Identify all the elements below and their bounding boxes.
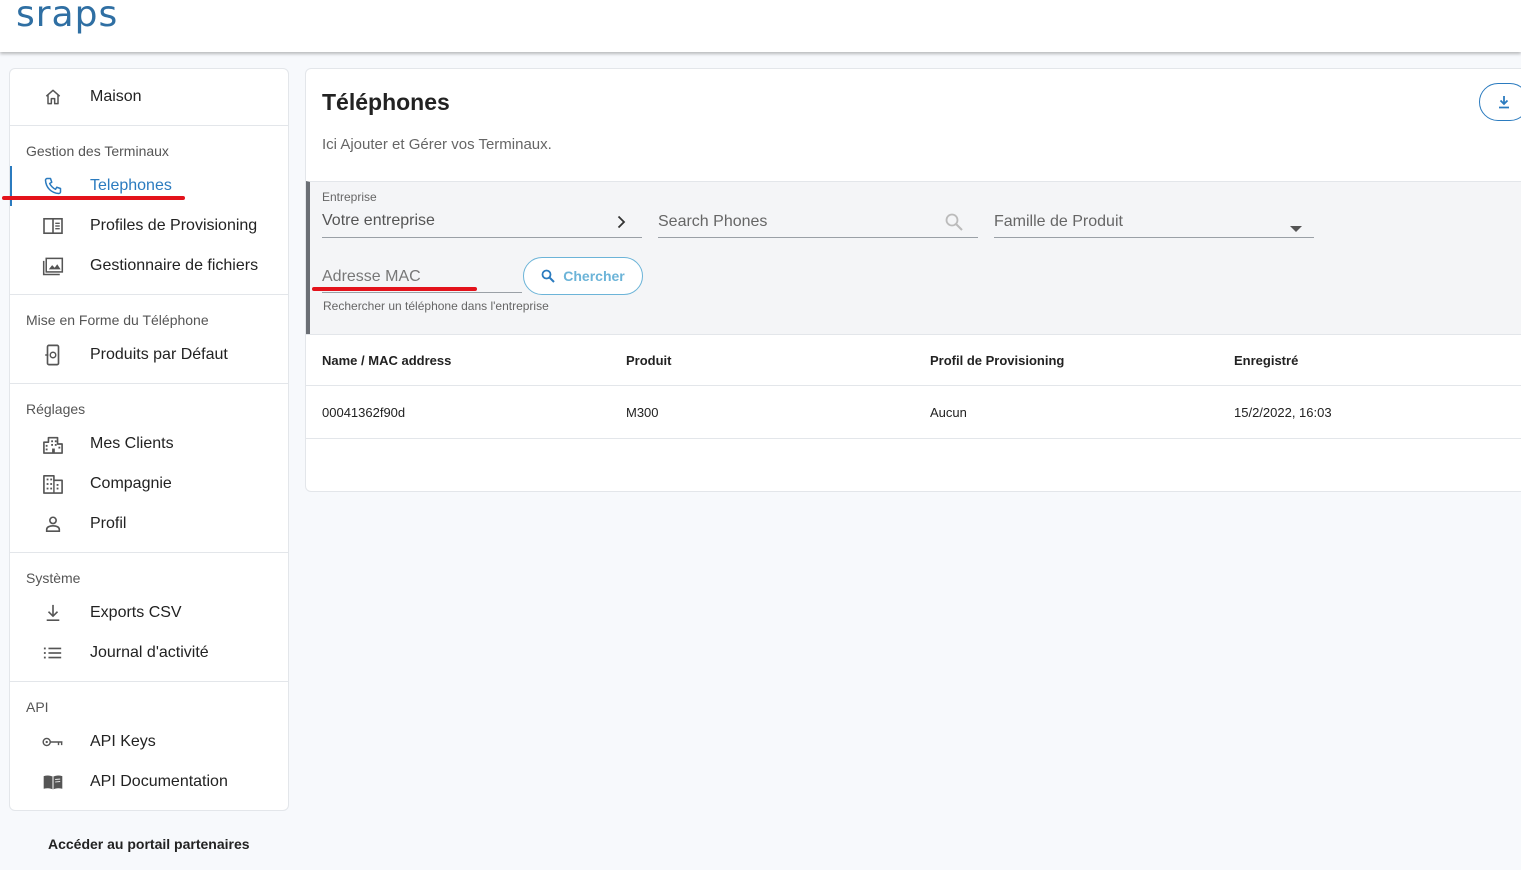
sidebar-section-terminals: Gestion des Terminaux Telephones Profile… (10, 126, 288, 295)
sidebar-item-label: Mes Clients (90, 435, 174, 452)
sidebar-item-api-documentation[interactable]: API Documentation (10, 762, 288, 802)
sidebar-section-settings: Réglages Mes Clients Compagnie Profil (10, 384, 288, 553)
sidebar-section-title: Système (26, 570, 81, 586)
home-icon (42, 87, 64, 107)
sidebar-item-default-products[interactable]: Produits par Défaut (10, 335, 288, 375)
sidebar-item-label: Compagnie (90, 475, 172, 492)
page-subtitle: Ici Ajouter et Gérer vos Terminaux. (322, 136, 552, 153)
column-header-name-mac[interactable]: Name / MAC address (322, 353, 451, 368)
sidebar-item-label: Maison (90, 88, 142, 105)
cell-mac-address: 00041362f90d (322, 405, 406, 420)
list-icon (42, 643, 64, 663)
search-icon (541, 269, 555, 283)
download-icon (1499, 96, 1509, 109)
chevron-right-icon (616, 215, 626, 234)
sidebar-section-title: Mise en Forme du Téléphone (26, 312, 209, 328)
sidebar-item-label: Profiles de Provisioning (90, 217, 258, 234)
download-icon (42, 603, 64, 623)
telephones-annotation-underline (2, 196, 185, 200)
column-header-provisioning-profile[interactable]: Profil de Provisioning (930, 353, 1064, 368)
page-title: Téléphones (322, 89, 450, 115)
sidebar-section-title: Gestion des Terminaux (26, 143, 169, 159)
dropdown-arrow-icon (1290, 219, 1302, 237)
search-phones-placeholder: Search Phones (658, 213, 768, 230)
phone-icon (42, 176, 64, 196)
sraps-logo[interactable]: sraps (16, 0, 118, 35)
file-manager-icon (42, 256, 64, 276)
clients-icon (42, 434, 64, 454)
main-panel: Téléphones Ici Ajouter et Gérer vos Term… (305, 68, 1521, 492)
search-button[interactable]: Chercher (523, 257, 643, 295)
filter-panel: Entreprise Votre entreprise Search Phone… (306, 181, 1521, 334)
mac-address-placeholder: Adresse MAC (322, 268, 421, 285)
sidebar-item-label: Produits par Défaut (90, 346, 228, 363)
sidebar-section-home: Maison (10, 69, 288, 126)
search-hint: Rechercher un téléphone dans l'entrepris… (323, 299, 549, 313)
cell-product: M300 (626, 405, 659, 420)
sidebar-section-title: Réglages (26, 401, 86, 417)
sidebar-item-label: Exports CSV (90, 604, 182, 621)
search-icon (944, 212, 964, 237)
sidebar-item-label: API Documentation (90, 773, 228, 790)
partner-portal-link[interactable]: Accéder au portail partenaires (48, 836, 250, 852)
table-header: Name / MAC address Produit Profil de Pro… (306, 334, 1521, 386)
sidebar-item-my-clients[interactable]: Mes Clients (10, 424, 288, 464)
mac-address-annotation-underline (312, 287, 477, 291)
sidebar-section-system: Système Exports CSV Journal d'activité (10, 553, 288, 682)
sidebar-item-label: Gestionnaire de fichiers (90, 257, 259, 274)
enterprise-selector[interactable]: Entreprise Votre entreprise (322, 182, 642, 238)
person-icon (42, 514, 64, 534)
sidebar-item-activity-log[interactable]: Journal d'activité (10, 633, 288, 673)
search-button-label: Chercher (563, 268, 625, 284)
search-phones-input[interactable]: Search Phones (658, 182, 978, 238)
book-icon (42, 772, 64, 792)
column-header-product[interactable]: Produit (626, 353, 672, 368)
sidebar-item-label: API Keys (90, 733, 156, 750)
table-row[interactable]: 00041362f90d M300 Aucun 15/2/2022, 16:03 (306, 387, 1521, 439)
sidebar-item-provisioning-profiles[interactable]: Profiles de Provisioning (10, 206, 288, 246)
key-icon (42, 732, 64, 752)
sidebar-item-home[interactable]: Maison (10, 77, 288, 117)
column-header-registered[interactable]: Enregistré (1234, 353, 1298, 368)
export-button[interactable] (1479, 83, 1521, 121)
company-icon (42, 474, 64, 494)
provisioning-icon (42, 216, 64, 236)
product-family-placeholder: Famille de Produit (994, 213, 1123, 230)
product-family-select[interactable]: Famille de Produit (994, 182, 1314, 238)
sidebar-item-company[interactable]: Compagnie (10, 464, 288, 504)
sidebar-item-file-manager[interactable]: Gestionnaire de fichiers (10, 246, 288, 286)
sidebar-item-label: Profil (90, 515, 127, 532)
device-settings-icon (42, 344, 64, 366)
sidebar-item-label: Telephones (90, 177, 172, 194)
sidebar-item-api-keys[interactable]: API Keys (10, 722, 288, 762)
sidebar-item-profile[interactable]: Profil (10, 504, 288, 544)
sidebar-section-title: API (26, 699, 49, 715)
sidebar-item-telephones[interactable]: Telephones (10, 166, 288, 206)
sidebar-section-api: API API Keys API Documentation (10, 682, 288, 802)
enterprise-value: Votre entreprise (322, 212, 435, 229)
cell-registered: 15/2/2022, 16:03 (1234, 405, 1332, 420)
cell-provisioning-profile: Aucun (930, 405, 967, 420)
sidebar-item-csv-exports[interactable]: Exports CSV (10, 593, 288, 633)
enterprise-label: Entreprise (322, 190, 377, 204)
sidebar-item-label: Journal d'activité (90, 644, 209, 661)
top-bar: sraps (0, 0, 1521, 52)
sidebar: Maison Gestion des Terminaux Telephones … (9, 68, 289, 811)
sidebar-section-phone-format: Mise en Forme du Téléphone Produits par … (10, 295, 288, 384)
